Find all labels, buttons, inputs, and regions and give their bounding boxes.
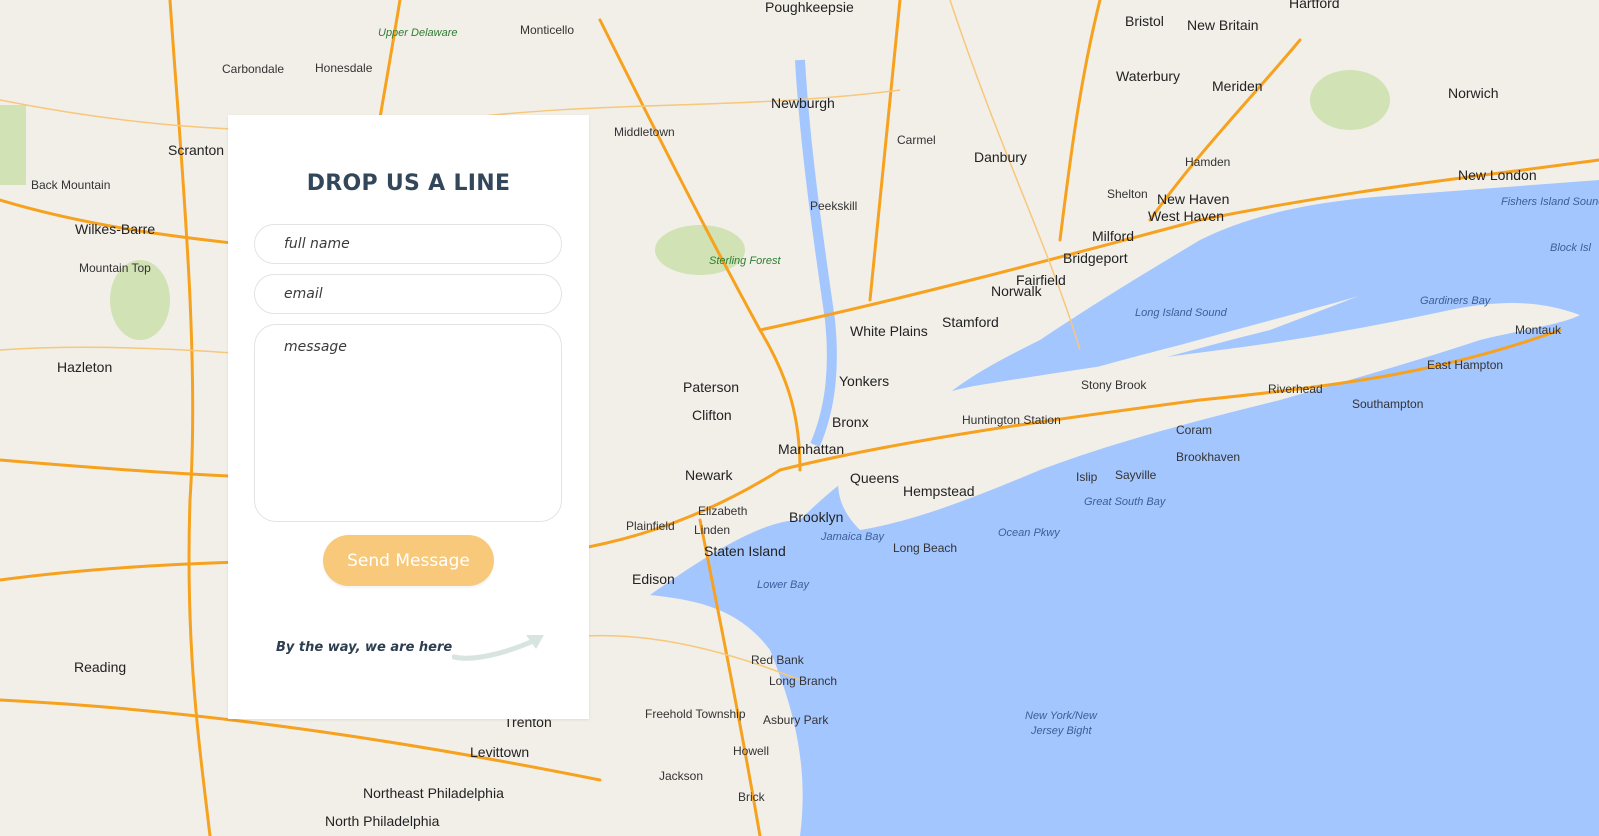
location-hint-text: By the way, we are here — [276, 640, 453, 655]
city-label: Shelton — [1107, 187, 1148, 201]
city-label: Sayville — [1115, 468, 1157, 482]
water-label: Ocean Pkwy — [998, 527, 1061, 539]
city-label: Stony Brook — [1081, 378, 1147, 392]
city-label: Hamden — [1185, 155, 1230, 169]
city-label: Hazleton — [57, 359, 112, 375]
city-label: Northeast Philadelphia — [363, 785, 504, 801]
city-label: Plainfield — [626, 519, 675, 533]
water-label: Lower Bay — [757, 579, 810, 591]
park-label: Upper Delaware — [378, 27, 457, 39]
message-textarea[interactable] — [254, 324, 562, 522]
city-label: Paterson — [683, 379, 739, 395]
water-label: Fishers Island Sound — [1501, 196, 1599, 208]
city-label: East Hampton — [1427, 358, 1503, 372]
city-label: New London — [1458, 167, 1537, 183]
city-label: Brooklyn — [789, 509, 843, 525]
city-label: Yonkers — [839, 373, 889, 389]
water-label: Gardiners Bay — [1420, 295, 1492, 307]
city-label: Brick — [738, 790, 766, 804]
city-label: Reading — [74, 659, 126, 675]
city-label: Levittown — [470, 744, 529, 760]
city-label: Jackson — [659, 769, 703, 783]
city-label: Poughkeepsie — [765, 0, 854, 15]
water-label: Block Isl — [1550, 242, 1592, 254]
water-label: Long Island Sound — [1135, 307, 1228, 319]
city-label: Clifton — [692, 407, 732, 423]
city-label: Riverhead — [1268, 382, 1323, 396]
city-label: Scranton — [168, 142, 224, 158]
city-label: Long Beach — [893, 541, 957, 555]
city-label: Coram — [1176, 423, 1212, 437]
water-label: Great South Bay — [1084, 496, 1167, 508]
city-label: Linden — [694, 523, 730, 537]
city-label: Islip — [1076, 470, 1098, 484]
city-label: Manhattan — [778, 441, 844, 457]
city-label: Middletown — [614, 125, 675, 139]
arrow-icon — [452, 635, 544, 661]
full-name-input[interactable] — [254, 224, 562, 264]
city-label: Howell — [733, 744, 769, 758]
city-label: Queens — [850, 470, 899, 486]
city-label: Edison — [632, 571, 675, 587]
email-input[interactable] — [254, 274, 562, 314]
city-label: Newark — [685, 467, 733, 483]
water-label: Jamaica Bay — [820, 531, 885, 543]
city-label: Back Mountain — [31, 178, 110, 192]
city-label: Danbury — [974, 149, 1027, 165]
city-label: Freehold Township — [645, 707, 746, 721]
city-label: Wilkes-Barre — [75, 221, 155, 237]
city-label: Huntington Station — [962, 413, 1061, 427]
city-label: Carbondale — [222, 62, 284, 76]
city-label: Red Bank — [751, 653, 805, 667]
city-label: North Philadelphia — [325, 813, 440, 829]
city-label: Waterbury — [1116, 68, 1180, 84]
city-label: Mountain Top — [79, 261, 151, 275]
city-label: Hempstead — [903, 483, 975, 499]
send-message-button[interactable]: Send Message — [323, 535, 494, 586]
city-label: Elizabeth — [698, 504, 747, 518]
city-label: Bristol — [1125, 13, 1164, 29]
city-label: Southampton — [1352, 397, 1423, 411]
city-label: Newburgh — [771, 95, 835, 111]
city-label: White Plains — [850, 323, 928, 339]
water-label: Jersey Bight — [1030, 725, 1092, 737]
city-label: Long Branch — [769, 674, 837, 688]
contact-card: DROP US A LINE Send Message By the way, … — [228, 115, 589, 719]
city-label: Stamford — [942, 314, 999, 330]
city-label: Staten Island — [704, 543, 786, 559]
park-label: Sterling Forest — [709, 255, 781, 267]
city-label: Asbury Park — [763, 713, 829, 727]
city-label: Monticello — [520, 23, 574, 37]
city-label: Norwalk — [991, 283, 1043, 299]
city-label: Hartford — [1289, 0, 1340, 11]
city-label: Peekskill — [810, 199, 857, 213]
city-label: Bronx — [832, 414, 869, 430]
city-label: Montauk — [1515, 323, 1562, 337]
city-label: Norwich — [1448, 85, 1499, 101]
city-label: Meriden — [1212, 78, 1263, 94]
city-label: New Haven — [1157, 191, 1229, 207]
city-label: Bridgeport — [1063, 250, 1128, 266]
city-label: New Britain — [1187, 17, 1259, 33]
city-label: Brookhaven — [1176, 450, 1240, 464]
city-label: Carmel — [897, 133, 936, 147]
city-label: Honesdale — [315, 61, 373, 75]
city-label: Milford — [1092, 228, 1134, 244]
water-label: New York/New — [1025, 710, 1098, 722]
contact-title: DROP US A LINE — [306, 171, 511, 196]
city-label: West Haven — [1148, 208, 1224, 224]
